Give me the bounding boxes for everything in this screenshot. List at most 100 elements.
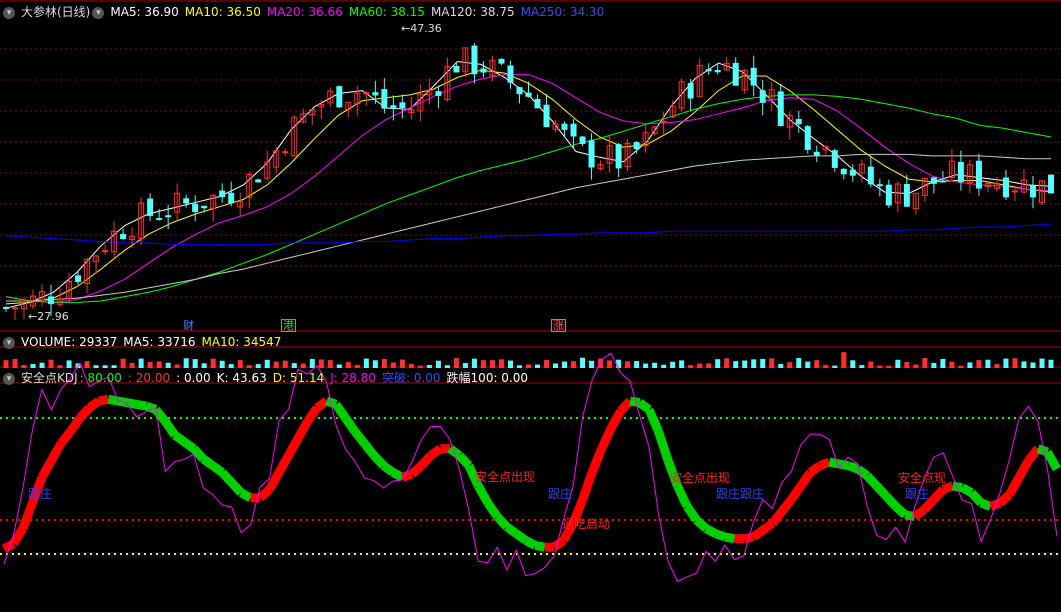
price-header: ▾ 大参林(日线) ▾ MA5: 36.90 MA10: 36.50 MA20: 36.6… (0, 4, 610, 20)
kdj-down-segment (713, 529, 727, 542)
kdj-up-segment (57, 428, 74, 447)
volume-bar (1039, 358, 1045, 368)
kdj-down-segment (534, 541, 546, 552)
candle-body (885, 184, 892, 206)
kdj-down-segment (494, 513, 511, 530)
candle-body (525, 92, 532, 97)
candle-body (471, 45, 478, 75)
volume-bar (1012, 358, 1018, 368)
kdj-down-segment (629, 396, 641, 408)
volume-bar (544, 359, 550, 368)
kdj-down-segment (341, 415, 359, 435)
candle-body (1011, 190, 1018, 193)
kdj-up-segment (1, 539, 16, 553)
kdj-down-segment (456, 452, 473, 469)
kdj-down-segment (351, 428, 369, 447)
volume-bar (219, 360, 225, 368)
kdj-down-segment (126, 398, 138, 409)
volume-bar (363, 358, 369, 368)
candle-body (255, 179, 262, 183)
chevron-down-icon[interactable]: ▾ (3, 336, 15, 349)
volume-bar (877, 365, 883, 368)
chevron-down-icon[interactable]: ▾ (3, 372, 15, 385)
candle-body (957, 161, 964, 183)
volume-bar (66, 360, 72, 368)
candle-body (714, 70, 721, 73)
volume-bar (661, 364, 667, 368)
kdj-down-segment (172, 431, 187, 446)
kdj-down-segment (200, 455, 216, 470)
event-tag-finance[interactable]: 财 (182, 319, 195, 332)
volume-bar (715, 359, 721, 368)
kdj-down-segment (136, 399, 148, 411)
candle-body (804, 126, 811, 150)
volume-bar (480, 360, 486, 368)
kdj-up-segment (797, 469, 815, 489)
kdj-down-segment (636, 399, 652, 414)
kdj-up-segment (607, 409, 625, 431)
volume-bar (255, 364, 261, 368)
kdj-down-segment (838, 459, 850, 471)
kdj-up-segment (418, 452, 435, 469)
event-tag-rise[interactable]: 涨 (551, 319, 566, 332)
candle-body (201, 205, 208, 209)
candle-body (930, 177, 937, 184)
kdj-up-segment (1005, 475, 1023, 497)
candle-body (390, 105, 397, 109)
ma-line-ma5 (5, 60, 1052, 309)
volume-ma10-value: MA10: 34547 (201, 335, 282, 349)
candle-body (3, 307, 9, 310)
candle-body (507, 65, 514, 83)
volume-bar (30, 363, 36, 368)
kdj-up-segment (551, 536, 567, 551)
kdj-up-segment (314, 397, 330, 412)
candle-body (777, 91, 784, 127)
candle-body (543, 104, 550, 128)
kdj-down-segment (484, 500, 501, 520)
candle-body (498, 58, 505, 64)
candle-body (453, 65, 460, 73)
volume-bar (309, 358, 315, 368)
volume-bar (940, 358, 946, 368)
candle-body (849, 169, 856, 176)
volume-bar (778, 364, 784, 368)
candle-body (147, 198, 154, 216)
kdj-down-segment (332, 401, 350, 421)
volume-bar (291, 363, 297, 368)
kdj-zf: 跌幅100: 0.00 (446, 371, 529, 385)
volume-bar (471, 358, 477, 368)
kdj-down-segment (161, 418, 179, 438)
kdj-p80: : 80.00 (79, 371, 122, 385)
annotation-label: 安全点出现 (670, 471, 731, 485)
kdj-header: ▾ 安全点KDJ: 80.00: 20.00: 0.00 K: 43.63 D: 51… (0, 370, 534, 386)
kdj-down-segment (892, 503, 909, 519)
candle-body (75, 275, 82, 283)
candle-body (795, 119, 802, 125)
volume-bar (1021, 361, 1027, 368)
kdj-up-segment (997, 491, 1013, 507)
chevron-down-icon[interactable]: ▾ (3, 6, 15, 19)
event-tag-hk[interactable]: 港 (281, 319, 296, 332)
volume-bar (607, 360, 613, 368)
kdj-down-segment (724, 532, 736, 544)
volume-bar (507, 360, 513, 368)
chevron-down-icon[interactable]: ▾ (92, 6, 105, 19)
candle-body (120, 234, 127, 240)
candle-body (1029, 185, 1036, 198)
candle-body (534, 99, 541, 109)
volume-bar (84, 361, 90, 368)
candle-body (759, 90, 766, 103)
ma-line-ma60 (5, 94, 1052, 303)
candle-body (975, 160, 982, 189)
ma20-value: MA20: 36.66 (266, 5, 343, 19)
volume-bar (462, 363, 468, 368)
volume-bar (228, 364, 234, 368)
candle-body (570, 123, 577, 137)
kdj-down-segment (190, 445, 207, 462)
kdj-up-segment (778, 496, 795, 515)
volume-bar (895, 359, 901, 368)
volume-bar (201, 363, 207, 368)
candle-body (282, 151, 289, 154)
kdj-down-segment (673, 484, 692, 509)
candle-body (588, 140, 595, 168)
